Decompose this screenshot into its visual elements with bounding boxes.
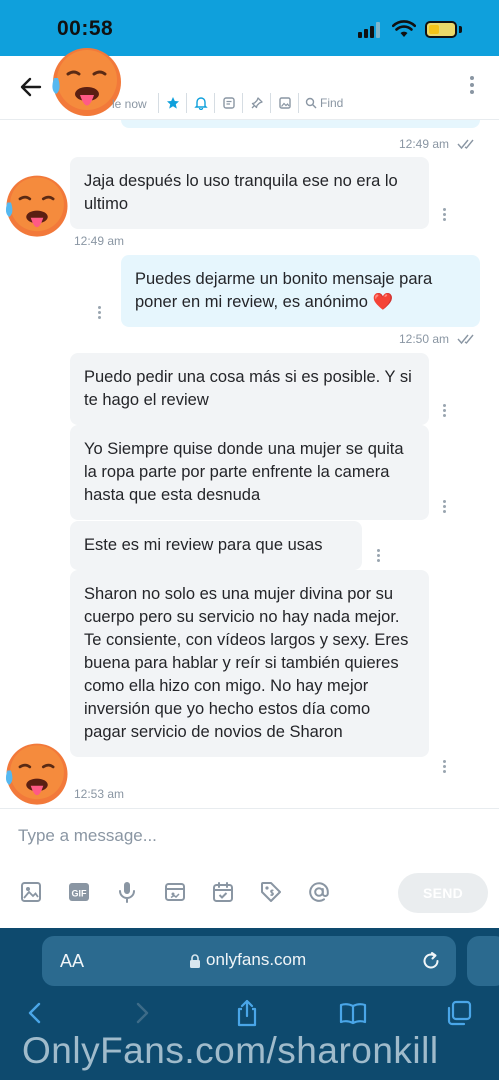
message-time: 12:50 am — [399, 332, 450, 346]
media-button[interactable] — [18, 879, 44, 905]
note-icon — [222, 97, 235, 109]
gif-button[interactable]: GIF — [66, 879, 92, 905]
calendar-icon — [213, 882, 233, 902]
search-icon — [305, 97, 317, 109]
message-options-icon[interactable] — [375, 549, 381, 565]
vault-button[interactable] — [162, 879, 188, 905]
price-tag-icon — [261, 882, 281, 902]
next-tab-preview[interactable] — [467, 936, 499, 986]
read-receipt-icon — [457, 139, 474, 150]
signal-icon — [358, 22, 384, 38]
message-time: 12:49 am — [74, 234, 125, 248]
image-icon — [21, 882, 41, 902]
forward-icon[interactable] — [127, 998, 157, 1028]
image-icon — [278, 97, 291, 109]
share-icon[interactable] — [232, 998, 262, 1028]
hot-face-emoji-avatar[interactable] — [2, 740, 72, 808]
bell-icon — [193, 97, 208, 110]
gallery-button[interactable] — [270, 93, 298, 113]
pin-button[interactable] — [242, 93, 270, 113]
battery-icon — [425, 21, 457, 38]
message-input[interactable] — [18, 823, 478, 849]
url-text: onlyfans.com — [206, 950, 307, 969]
gif-label: GIF — [72, 889, 88, 899]
read-receipt-icon — [457, 334, 474, 345]
send-button[interactable]: SEND — [398, 873, 488, 913]
message-bubble-outgoing[interactable]: Puedes dejarme un bonito mensaje para po… — [121, 255, 480, 327]
message-bubble-incoming[interactable]: Sharon no solo es una mujer divina por s… — [70, 570, 429, 757]
mention-button[interactable] — [306, 879, 332, 905]
message-bubble-incoming[interactable]: Yo Siempre quise donde una mujer se quit… — [70, 425, 429, 520]
more-options-icon[interactable] — [468, 76, 476, 98]
reload-icon[interactable] — [420, 950, 442, 972]
find-button[interactable]: Find — [298, 93, 343, 113]
vault-icon — [165, 883, 185, 901]
composer-tools: GIF — [18, 879, 332, 905]
message-bubble-incoming[interactable]: Este es mi review para que usas — [70, 521, 362, 570]
browser-toolbar — [0, 998, 499, 1032]
lock-icon — [190, 954, 200, 968]
message-options-icon[interactable] — [96, 306, 102, 322]
bookmarks-icon[interactable] — [338, 998, 368, 1028]
note-button[interactable] — [214, 93, 242, 113]
hot-face-emoji-avatar[interactable] — [2, 172, 72, 242]
gif-icon: GIF — [69, 883, 89, 901]
schedule-button[interactable] — [210, 879, 236, 905]
message-options-icon[interactable] — [441, 208, 447, 224]
star-button[interactable] — [158, 93, 186, 113]
message-bubble-incoming[interactable]: Puedo pedir una cosa más si es posible. … — [70, 353, 429, 425]
message-time: 12:53 am — [74, 787, 125, 801]
message-options-icon[interactable] — [441, 760, 447, 776]
star-icon — [166, 97, 179, 109]
chat-toolbar: Find — [158, 92, 343, 114]
message-bubble-incoming[interactable]: Jaja después lo uso tranquila ese no era… — [70, 157, 429, 229]
price-button[interactable] — [258, 879, 284, 905]
notifications-button[interactable] — [186, 93, 214, 113]
at-sign-icon — [309, 882, 329, 902]
find-label: Find — [320, 96, 344, 110]
message-time: 12:49 am — [399, 137, 450, 151]
reader-settings-button[interactable]: AA — [60, 951, 84, 972]
watermark: OnlyFans.com/sharonkill — [22, 1030, 439, 1071]
back-icon[interactable] — [20, 998, 50, 1028]
voice-button[interactable] — [114, 879, 140, 905]
message-options-icon[interactable] — [441, 404, 447, 420]
microphone-icon — [119, 882, 135, 903]
status-time: 00:58 — [57, 17, 114, 40]
chat-header: le now Find — [0, 48, 499, 120]
online-status: le now — [112, 97, 147, 111]
tabs-icon[interactable] — [444, 998, 474, 1028]
wifi-icon — [392, 20, 416, 37]
pin-icon — [251, 97, 263, 109]
battery-nub — [459, 26, 462, 33]
address-bar[interactable]: AA onlyfans.com — [42, 936, 456, 986]
message-composer: GIF SEND — [0, 808, 499, 928]
message-list: 12:49 am Jaja después lo uso tranquila e… — [0, 120, 499, 808]
message-bubble-outgoing[interactable] — [121, 120, 480, 128]
back-arrow-icon[interactable] — [18, 74, 44, 100]
message-options-icon[interactable] — [441, 500, 447, 516]
